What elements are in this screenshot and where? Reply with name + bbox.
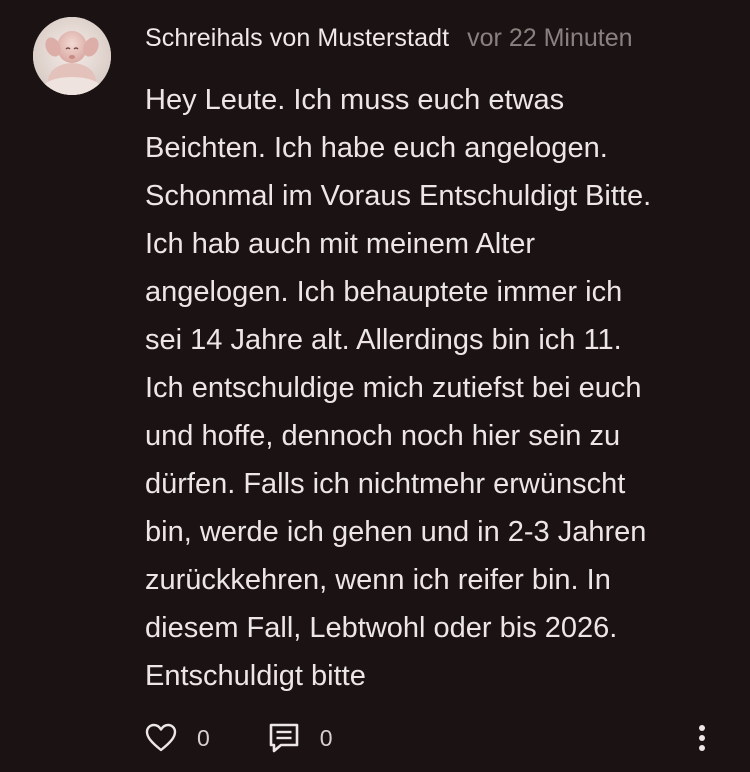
author-name[interactable]: Schreihals von Musterstadt (145, 24, 449, 53)
more-vertical-icon[interactable] (698, 724, 706, 752)
comment-line: bin, werde ich gehen und in 2-3 Jahren (145, 516, 647, 548)
comment-count: 0 (319, 724, 333, 751)
more-options-button[interactable] (690, 718, 714, 758)
comment-line: angelogen. Ich behauptete immer ich (145, 276, 623, 308)
comment-icon[interactable] (268, 722, 300, 754)
comment-line: zurückkehren, wenn ich reifer bin. In (145, 564, 611, 596)
comment-line: und hoffe, dennoch noch hier sein zu (145, 420, 621, 452)
comment-line: Hey Leute. Ich muss euch etwas (145, 84, 565, 116)
timestamp[interactable]: vor 22 Minuten (467, 24, 632, 53)
comment-line: diesem Fall, Lebtwohl oder bis 2026. (145, 612, 618, 644)
comment-line: dürfen. Falls ich nichtmehr erwünscht (145, 468, 626, 500)
comment-line: Beichten. Ich habe euch angelogen. (145, 132, 608, 164)
comment-text: Hey Leute. Ich muss euch etwas Beichten.… (145, 76, 720, 700)
comment-header: Schreihals von Musterstadt vor 22 Minute… (145, 22, 633, 54)
reply-button[interactable]: 0 (268, 722, 333, 754)
avatar[interactable] (33, 17, 111, 95)
heart-icon[interactable] (145, 723, 177, 753)
comment-line: Ich hab auch mit meinem Alter (145, 228, 536, 260)
comment-line: Schonmal im Voraus Entschuldigt Bitte. (145, 180, 652, 212)
like-count: 0 (197, 724, 210, 751)
comment-line: Entschuldigt bitte (145, 660, 366, 692)
comment-line: sei 14 Jahre alt. Allerdings bin ich 11. (145, 324, 622, 356)
comment-actions: 0 0 (145, 718, 333, 758)
baby-photo-avatar (33, 17, 111, 95)
like-button[interactable]: 0 (145, 723, 210, 753)
comment-line: Ich entschuldige mich zutiefst bei euch (145, 372, 642, 404)
